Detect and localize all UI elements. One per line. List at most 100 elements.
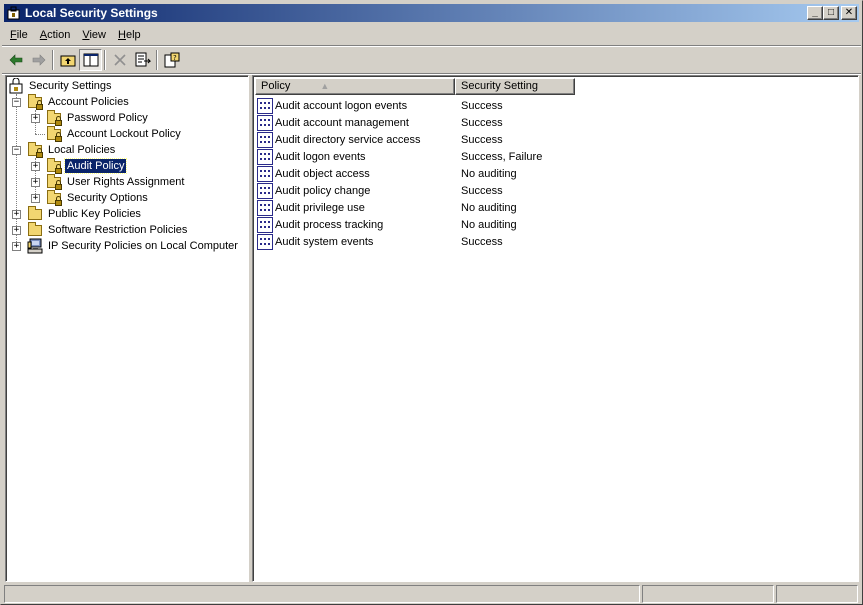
tree-label: Local Policies bbox=[48, 144, 116, 156]
folder-icon bbox=[27, 206, 43, 222]
policy-name: Audit object access bbox=[275, 167, 370, 180]
up-folder-icon bbox=[60, 55, 75, 67]
tree-label: Security Options bbox=[67, 192, 148, 204]
menu-view[interactable]: View bbox=[76, 26, 112, 44]
column-header-label: Security Setting bbox=[461, 80, 539, 92]
up-one-level-button[interactable] bbox=[56, 49, 79, 71]
expand-toggle[interactable]: + bbox=[12, 210, 21, 219]
expand-toggle[interactable]: + bbox=[31, 162, 40, 171]
list-item[interactable]: Audit directory service access Success bbox=[255, 131, 542, 148]
policy-setting: Success bbox=[461, 99, 503, 112]
show-hide-tree-icon bbox=[83, 53, 98, 67]
tree-item-software-restriction-policies[interactable]: Software Restriction Policies bbox=[27, 222, 189, 238]
tree-pane[interactable]: Security Settings − Account Policies + P… bbox=[5, 75, 249, 582]
list-item[interactable]: Audit privilege use No auditing bbox=[255, 199, 542, 216]
menu-bar: File Action View Help bbox=[4, 25, 147, 45]
list-item[interactable]: Audit system events Success bbox=[255, 233, 542, 250]
policy-setting: Success, Failure bbox=[461, 150, 543, 163]
close-button[interactable]: ✕ bbox=[841, 6, 857, 20]
help-icon: ? bbox=[164, 52, 179, 68]
column-header-policy[interactable]: Policy ▲ bbox=[255, 78, 455, 95]
list-item[interactable]: Audit account management Success bbox=[255, 114, 542, 131]
menu-action-accel: A bbox=[39, 29, 48, 41]
tree-item-audit-policy[interactable]: Audit Policy bbox=[46, 158, 128, 174]
tree-label: Security Settings bbox=[29, 80, 112, 92]
tree-item-public-key-policies[interactable]: Public Key Policies bbox=[27, 206, 143, 222]
tree-line bbox=[35, 134, 45, 135]
status-panel bbox=[776, 585, 858, 603]
menu-view-label: iew bbox=[89, 29, 106, 41]
help-button[interactable]: ? bbox=[160, 49, 183, 71]
policy-name: Audit logon events bbox=[275, 150, 366, 163]
minimize-button[interactable]: _ bbox=[807, 6, 823, 20]
list-item[interactable]: Audit logon events Success, Failure bbox=[255, 148, 542, 165]
locked-folder-icon bbox=[27, 142, 43, 158]
collapse-toggle[interactable]: − bbox=[12, 98, 21, 107]
tree-item-account-lockout-policy[interactable]: Account Lockout Policy bbox=[46, 126, 183, 142]
audit-policy-icon bbox=[257, 233, 273, 250]
forward-button[interactable] bbox=[27, 49, 50, 71]
tree-item-user-rights-assignment[interactable]: User Rights Assignment bbox=[46, 174, 186, 190]
collapse-toggle[interactable]: − bbox=[12, 146, 21, 155]
menu-file-accel: F bbox=[10, 29, 17, 41]
tree-label: Account Policies bbox=[48, 96, 129, 108]
policy-name: Audit policy change bbox=[275, 184, 371, 197]
menu-help[interactable]: Help bbox=[112, 26, 147, 44]
maximize-button[interactable]: □ bbox=[823, 6, 839, 20]
expand-toggle[interactable]: + bbox=[12, 242, 21, 251]
tree-item-security-settings[interactable]: Security Settings bbox=[8, 77, 114, 94]
tree-line bbox=[16, 94, 17, 246]
policy-name: Audit directory service access bbox=[275, 133, 421, 146]
toolbar-separator bbox=[156, 50, 158, 70]
audit-policy-icon bbox=[257, 97, 273, 114]
tree-item-password-policy[interactable]: Password Policy bbox=[46, 110, 150, 126]
list-item[interactable]: Audit account logon events Success bbox=[255, 97, 542, 114]
show-hide-tree-button[interactable] bbox=[79, 49, 102, 71]
tree-item-security-options[interactable]: Security Options bbox=[46, 190, 150, 206]
toolbar: ? bbox=[4, 48, 183, 72]
export-list-button[interactable] bbox=[131, 49, 154, 71]
status-panel bbox=[642, 585, 774, 603]
network-computer-icon bbox=[27, 238, 43, 254]
svg-text:?: ? bbox=[173, 54, 177, 62]
policy-setting: Success bbox=[461, 116, 503, 129]
menu-action-label: ction bbox=[47, 29, 71, 41]
list-item[interactable]: Audit policy change Success bbox=[255, 182, 542, 199]
status-panel-main bbox=[4, 585, 640, 603]
expand-toggle[interactable]: + bbox=[31, 194, 40, 203]
status-bar bbox=[4, 585, 860, 603]
expand-toggle[interactable]: + bbox=[31, 178, 40, 187]
locked-folder-icon bbox=[46, 110, 62, 126]
delete-button[interactable] bbox=[108, 49, 131, 71]
expand-toggle[interactable]: + bbox=[12, 226, 21, 235]
tree-item-local-policies[interactable]: Local Policies bbox=[27, 142, 117, 158]
menu-action[interactable]: Action bbox=[34, 26, 77, 44]
folder-icon bbox=[27, 222, 43, 238]
tree-item-account-policies[interactable]: Account Policies bbox=[27, 94, 131, 110]
policy-name: Audit account logon events bbox=[275, 99, 408, 112]
details-pane[interactable]: Policy ▲ Security Setting Audit account l… bbox=[252, 75, 859, 582]
toolbar-separator bbox=[104, 50, 106, 70]
locked-folder-icon bbox=[46, 158, 62, 174]
back-button[interactable] bbox=[4, 49, 27, 71]
list-item[interactable]: Audit process tracking No auditing bbox=[255, 216, 542, 233]
column-header-security-setting[interactable]: Security Setting bbox=[455, 78, 575, 95]
expand-toggle[interactable]: + bbox=[31, 114, 40, 123]
list-item[interactable]: Audit object access No auditing bbox=[255, 165, 542, 182]
menu-file-label: ile bbox=[16, 29, 28, 41]
policy-setting: Success bbox=[461, 133, 503, 146]
policy-setting: No auditing bbox=[461, 218, 517, 231]
title-bar[interactable]: Local Security Settings _ □ ✕ bbox=[4, 4, 859, 22]
policy-name: Audit privilege use bbox=[275, 201, 365, 214]
delete-icon bbox=[113, 54, 126, 66]
policy-setting: No auditing bbox=[461, 167, 517, 180]
tree-item-ip-security-policies[interactable]: IP Security Policies on Local Computer bbox=[27, 238, 240, 254]
menu-help-label: elp bbox=[125, 29, 141, 41]
locked-folder-icon bbox=[27, 94, 43, 110]
column-header-label: Policy bbox=[261, 80, 291, 92]
menu-file[interactable]: File bbox=[4, 26, 34, 44]
main-window: Local Security Settings _ □ ✕ File Actio… bbox=[0, 0, 863, 605]
tree-label: User Rights Assignment bbox=[67, 176, 185, 188]
export-list-icon bbox=[135, 52, 151, 67]
locked-folder-icon bbox=[46, 126, 62, 142]
